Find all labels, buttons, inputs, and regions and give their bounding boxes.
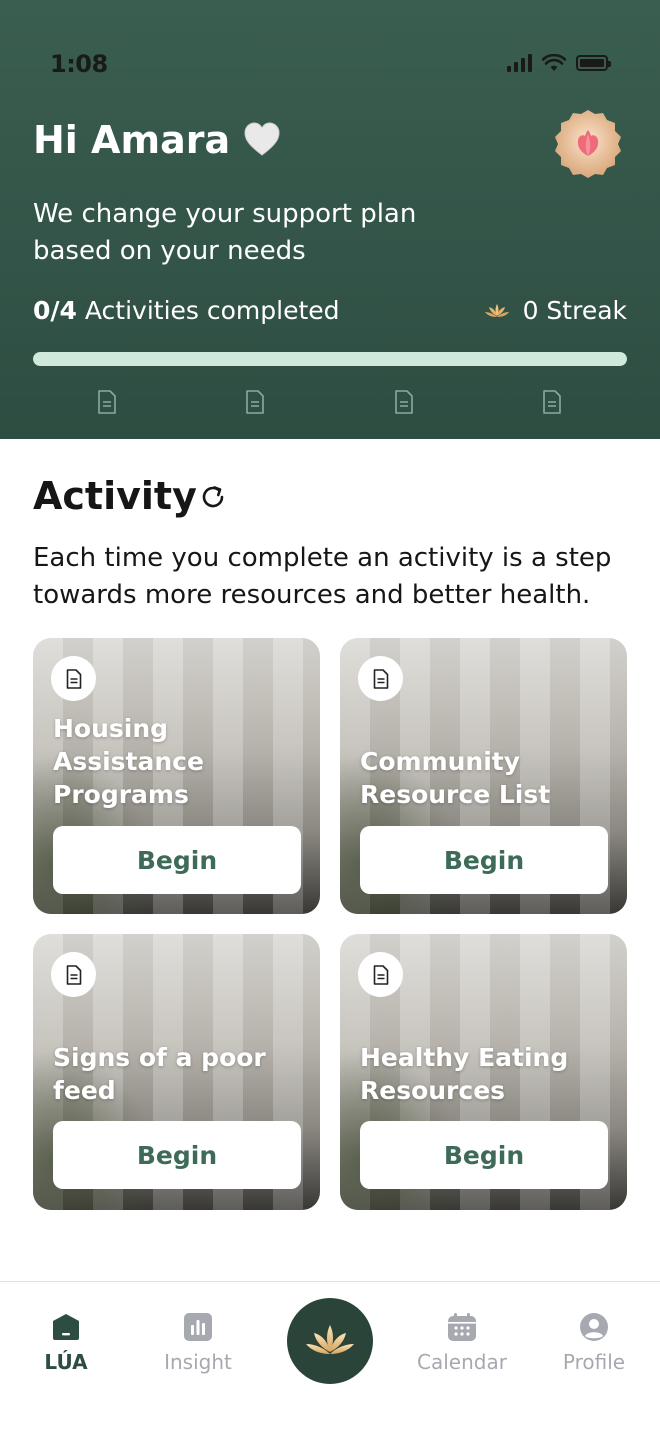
- calendar-icon: [448, 1313, 476, 1341]
- begin-button[interactable]: Begin: [53, 1121, 301, 1189]
- bottom-nav: LÚA Insight Calendar Profile: [0, 1281, 660, 1434]
- lotus-icon: [484, 303, 509, 317]
- card-title: Signs of a poor feed: [53, 1043, 266, 1105]
- document-icon: [98, 390, 116, 414]
- insight-icon: [184, 1313, 212, 1341]
- activity-description: Each time you complete an activity is a …: [33, 543, 612, 610]
- card-icon-badge: [358, 952, 403, 997]
- nav-label: Insight: [164, 1350, 232, 1374]
- wifi-icon: [542, 54, 566, 71]
- nav-item-profile[interactable]: Profile: [539, 1312, 649, 1374]
- card-icon-badge: [51, 656, 96, 701]
- header-subtitle: We change your support plan based on you…: [33, 199, 417, 266]
- document-icon: [543, 390, 561, 414]
- card-title: Healthy Eating Resources: [360, 1043, 569, 1105]
- refresh-icon[interactable]: [198, 482, 228, 512]
- activity-card[interactable]: Signs of a poor feed Begin: [33, 934, 320, 1210]
- nav-label: LÚA: [44, 1350, 88, 1374]
- profile-icon: [580, 1313, 608, 1341]
- streak-label: 0 Streak: [522, 296, 627, 325]
- battery-icon: [576, 55, 611, 71]
- lotus-center-button[interactable]: [287, 1298, 373, 1384]
- card-title: Community Resource List: [360, 747, 551, 809]
- document-icon: [373, 668, 388, 689]
- progress-label: Activities completed: [84, 296, 340, 325]
- begin-button[interactable]: Begin: [360, 1121, 608, 1189]
- nav-item-insight[interactable]: Insight: [143, 1312, 253, 1374]
- begin-button[interactable]: Begin: [53, 826, 301, 894]
- streak: 0 Streak: [483, 296, 627, 325]
- document-icon: [66, 964, 81, 985]
- document-icon: [66, 668, 81, 689]
- heart-icon: [244, 122, 280, 156]
- status-time: 1:08: [50, 50, 108, 78]
- nav-label: Profile: [562, 1350, 626, 1374]
- document-icon: [246, 390, 264, 414]
- document-icon: [395, 390, 413, 414]
- card-icon-badge: [51, 952, 96, 997]
- status-icons: [507, 54, 611, 72]
- activity-card[interactable]: Healthy Eating Resources Begin: [340, 934, 627, 1210]
- activities-progress: 0/4 Activities completed: [33, 296, 340, 325]
- home-icon: [53, 1314, 79, 1340]
- avatar[interactable]: [552, 108, 624, 180]
- nav-item-calendar[interactable]: Calendar: [407, 1312, 517, 1374]
- nav-item-home[interactable]: LÚA: [11, 1312, 121, 1374]
- progress-count: 0/4: [33, 296, 77, 325]
- progress-row: 0/4 Activities completed 0 Streak: [33, 296, 627, 332]
- document-icon: [373, 964, 388, 985]
- activity-card[interactable]: Community Resource List Begin: [340, 638, 627, 914]
- begin-button[interactable]: Begin: [360, 826, 608, 894]
- progress-track: [33, 352, 627, 366]
- progress-bar: [33, 352, 627, 366]
- activity-card[interactable]: Housing Assistance Programs Begin: [33, 638, 320, 914]
- greeting: Hi Amara: [33, 118, 282, 162]
- lotus-icon: [306, 1325, 354, 1354]
- greeting-text: Hi Amara: [33, 118, 231, 162]
- nav-label: Calendar: [417, 1350, 507, 1374]
- card-icon-badge: [358, 656, 403, 701]
- signal-icon: [507, 54, 532, 72]
- activity-title: Activity: [33, 474, 197, 518]
- header: 1:08 Hi Amara We change your support pla…: [0, 0, 660, 439]
- card-title: Housing Assistance Programs: [53, 714, 204, 809]
